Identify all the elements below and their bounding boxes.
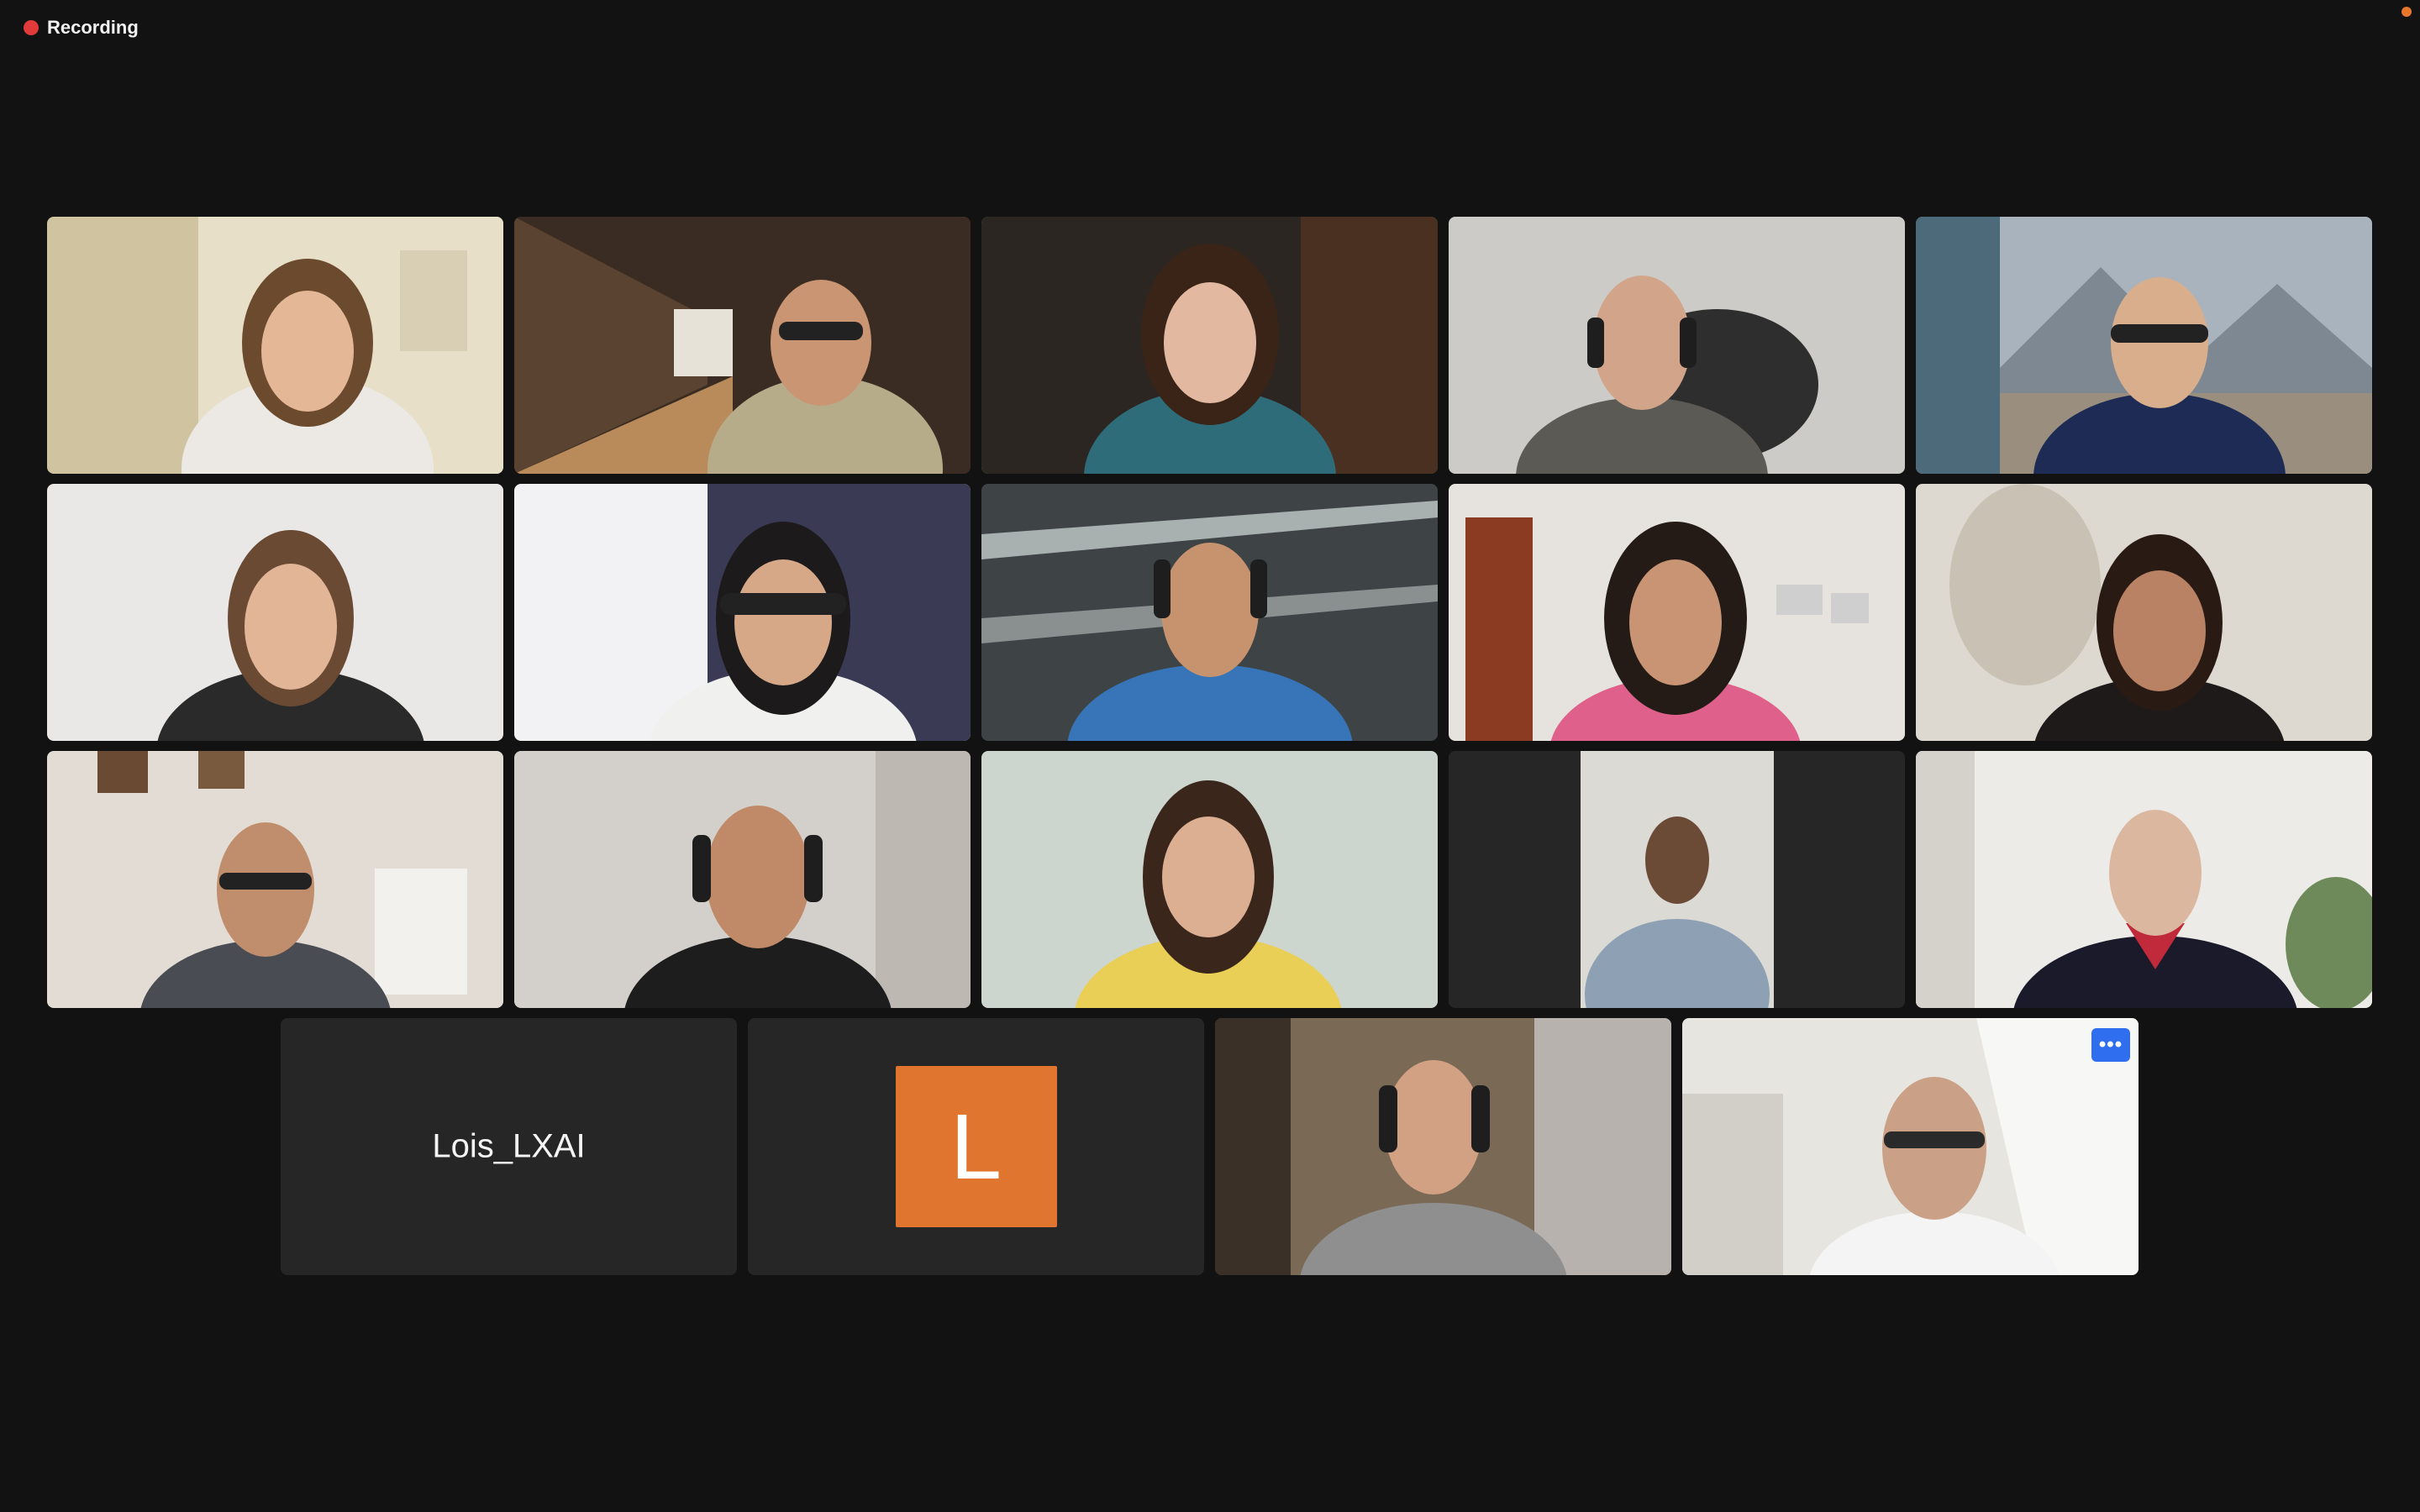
participant-video-icon — [1916, 751, 2372, 1008]
participant-tile-avatar[interactable]: L — [748, 1018, 1204, 1275]
participant-tile[interactable] — [1449, 751, 1905, 1008]
participant-video-icon — [47, 751, 503, 1008]
avatar-initial: L — [950, 1095, 1002, 1199]
more-options-icon: ••• — [2098, 1033, 2123, 1056]
participant-tile[interactable] — [1215, 1018, 1671, 1275]
participant-tile[interactable] — [1916, 217, 2372, 474]
participant-name: Lois_LXAI — [432, 1127, 586, 1165]
participant-video-icon — [1449, 484, 1905, 741]
participant-tile[interactable] — [1916, 751, 2372, 1008]
participant-tile[interactable] — [514, 751, 971, 1008]
participant-video-icon — [514, 751, 971, 1008]
participant-tile[interactable]: ••• — [1682, 1018, 2139, 1275]
participant-video-icon — [1682, 1018, 2139, 1275]
participant-video-icon — [1916, 484, 2372, 741]
avatar: L — [895, 1066, 1057, 1227]
participant-video-icon — [1916, 217, 2372, 474]
recording-label: Recording — [47, 17, 139, 38]
participant-video-icon — [514, 484, 971, 741]
participant-video-icon — [47, 484, 503, 741]
participant-tile[interactable] — [1916, 484, 2372, 741]
recording-dot-icon — [24, 20, 39, 35]
participant-video-icon — [981, 484, 1438, 741]
participant-tile[interactable] — [981, 751, 1438, 1008]
participant-tile[interactable] — [1449, 217, 1905, 474]
participant-video-icon — [1215, 1018, 1671, 1275]
participant-tile[interactable] — [981, 484, 1438, 741]
participant-video-icon — [1449, 217, 1905, 474]
participant-tile[interactable] — [47, 484, 503, 741]
status-dot-icon — [2402, 7, 2412, 17]
participant-video-icon — [1449, 751, 1905, 1008]
participant-tile[interactable] — [47, 751, 503, 1008]
participant-tile[interactable] — [514, 484, 971, 741]
participant-tile[interactable] — [47, 217, 503, 474]
participant-video-icon — [981, 751, 1438, 1008]
participant-video-icon — [514, 217, 971, 474]
more-options-button[interactable]: ••• — [2091, 1028, 2130, 1062]
participant-tile[interactable] — [514, 217, 971, 474]
participant-video-icon — [981, 217, 1438, 474]
recording-indicator[interactable]: Recording — [24, 17, 139, 39]
participant-tile[interactable] — [1449, 484, 1905, 741]
participant-tile-name-only[interactable]: Lois_LXAI — [281, 1018, 737, 1275]
participant-video-icon — [47, 217, 503, 474]
participant-tile-active-speaker[interactable] — [981, 217, 1438, 474]
